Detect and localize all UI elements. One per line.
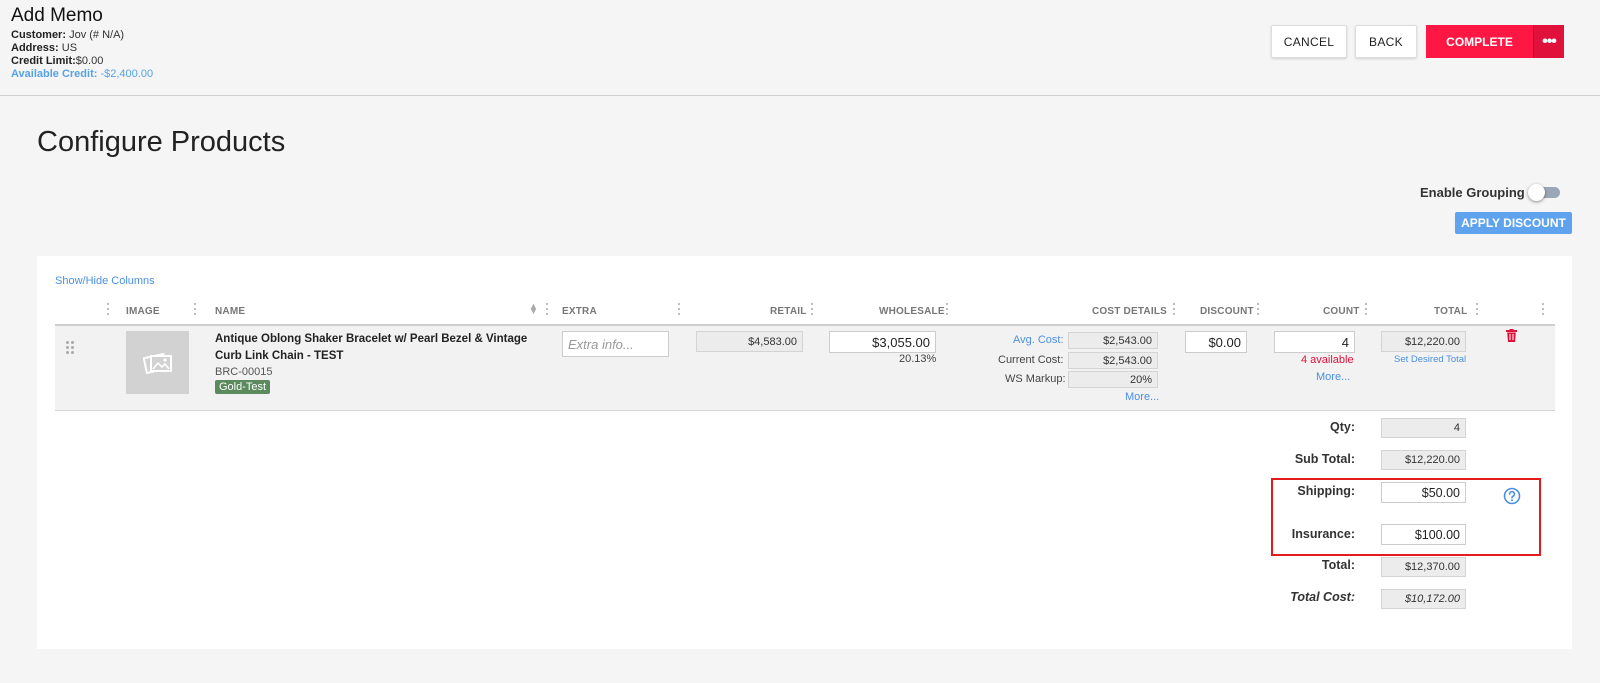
enable-grouping-label: Enable Grouping (1420, 185, 1525, 200)
column-header-image: IMAGE (126, 306, 160, 317)
available-credit-label: Available Credit: (11, 68, 98, 80)
qty-label: Qty: (1330, 420, 1355, 434)
customer-line: Customer: Jov (# N/A) (11, 29, 124, 41)
insurance-label: Insurance: (1291, 527, 1355, 541)
subtotal-value: $12,220.00 (1381, 450, 1466, 470)
help-circle-icon[interactable] (1503, 487, 1521, 505)
product-tag-badge: Gold-Test (215, 380, 271, 394)
apply-discount-button[interactable]: APPLY DISCOUNT (1455, 212, 1572, 234)
column-grip[interactable] (1541, 303, 1545, 317)
qty-value: 4 (1381, 418, 1466, 438)
address-label: Address: (11, 42, 59, 54)
wholesale-input[interactable]: $3,055.00 (829, 331, 936, 353)
ws-markup-label: WS Markup: (1005, 373, 1066, 385)
customer-value: Jov (# N/A) (69, 29, 125, 41)
column-header-wholesale: WHOLESALE (879, 306, 945, 317)
row-total-value: $12,220.00 (1381, 331, 1466, 352)
current-cost-value: $2,543.00 (1068, 352, 1158, 369)
show-hide-columns-link[interactable]: Show/Hide Columns (55, 275, 155, 287)
column-grip[interactable] (1256, 303, 1260, 317)
customer-label: Customer: (11, 29, 67, 41)
column-header-retail: RETAIL (770, 306, 807, 317)
wholesale-percent: 20.13% (899, 353, 937, 365)
shipping-input[interactable]: $50.00 (1381, 482, 1466, 503)
address-value: US (61, 42, 78, 54)
available-count: 4 available (1301, 354, 1354, 366)
column-grip[interactable] (106, 303, 110, 317)
subtotal-label: Sub Total: (1294, 452, 1355, 466)
more-options-button[interactable]: ••• (1533, 25, 1564, 58)
shipping-label: Shipping: (1297, 484, 1355, 498)
total-value: $12,370.00 (1381, 557, 1466, 577)
trash-icon[interactable] (1506, 329, 1517, 342)
column-header-name[interactable]: NAME (215, 306, 245, 317)
column-grip[interactable] (677, 303, 681, 317)
complete-button[interactable]: COMPLETE (1426, 25, 1533, 58)
extra-info-input[interactable]: Extra info... (562, 331, 669, 357)
retail-value: $4,583.00 (696, 331, 803, 352)
address-line: Address: US (11, 42, 77, 54)
column-grip[interactable] (810, 303, 814, 317)
cancel-button[interactable]: CANCEL (1271, 25, 1347, 58)
enable-grouping-toggle[interactable] (1528, 184, 1561, 201)
column-header-count: COUNT (1323, 306, 1360, 317)
column-header-total: TOTAL (1434, 306, 1468, 317)
column-header-extra: EXTRA (562, 306, 597, 317)
total-label: Total: (1321, 558, 1355, 572)
ws-markup-value: 20% (1068, 371, 1158, 388)
image-placeholder-icon (126, 331, 189, 394)
column-grip[interactable] (1172, 303, 1176, 317)
page-header-title: Add Memo (11, 5, 103, 26)
discount-input[interactable]: $0.00 (1185, 331, 1247, 353)
toggle-knob (1528, 184, 1545, 201)
credit-limit-line: Credit Limit:$0.00 (11, 55, 103, 67)
avg-cost-label[interactable]: Avg. Cost: (1013, 334, 1064, 346)
page-title: Configure Products (37, 126, 286, 158)
set-desired-total-link[interactable]: Set Desired Total (1394, 354, 1466, 365)
count-input[interactable]: 4 (1274, 331, 1355, 353)
column-grip[interactable] (545, 303, 549, 317)
header: Add Memo Customer: Jov (# N/A) Address: … (0, 0, 1600, 96)
column-grip[interactable] (1364, 303, 1368, 317)
column-header-cost-details: COST DETAILS (1092, 306, 1167, 317)
credit-limit-label: Credit Limit: (11, 55, 76, 67)
current-cost-label: Current Cost: (998, 354, 1064, 366)
avg-cost-value: $2,543.00 (1068, 332, 1158, 349)
column-grip[interactable] (1475, 303, 1479, 317)
product-name[interactable]: Antique Oblong Shaker Bracelet w/ Pearl … (215, 331, 540, 365)
sort-icon[interactable]: ▲ ▼ (529, 302, 538, 316)
back-button[interactable]: BACK (1355, 25, 1417, 58)
insurance-input[interactable]: $100.00 (1381, 524, 1466, 545)
available-credit-line: Available Credit: -$2,400.00 (11, 68, 153, 80)
available-credit-value: -$2,400.00 (100, 68, 154, 80)
total-cost-value: $10,172.00 (1381, 589, 1466, 609)
column-grip[interactable] (193, 303, 197, 317)
count-more-link[interactable]: More... (1316, 371, 1350, 383)
column-grip[interactable] (945, 303, 949, 317)
cost-details-more-link[interactable]: More... (1125, 391, 1159, 403)
credit-limit-value: $0.00 (75, 55, 104, 67)
drag-handle-icon[interactable] (66, 341, 76, 357)
product-sku: BRC-00015 (215, 366, 273, 378)
column-header-discount: DISCOUNT (1200, 306, 1254, 317)
total-cost-label: Total Cost: (1290, 590, 1355, 604)
